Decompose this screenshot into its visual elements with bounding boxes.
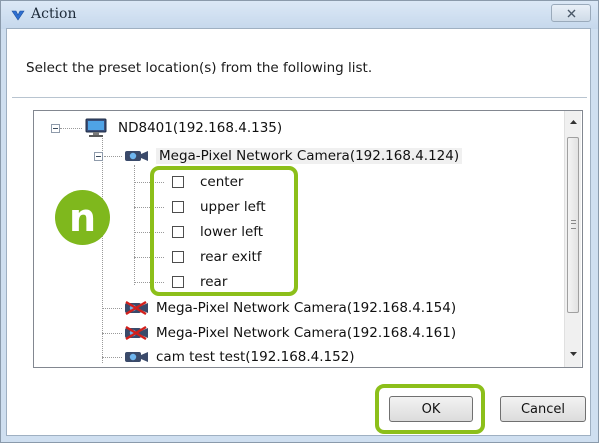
tree-node-root[interactable]: ND8401(192.168.4.135) (84, 117, 282, 139)
window-title: Action (31, 6, 77, 22)
computer-icon (85, 118, 107, 137)
presets-highlight-box (150, 166, 298, 296)
scroll-up-button[interactable] (565, 113, 581, 130)
tree-scrollbar[interactable] (564, 111, 581, 367)
tree-node-label: ND8401(192.168.4.135) (118, 120, 283, 136)
arrow-up-icon (569, 119, 577, 124)
tree-connector (102, 357, 122, 358)
arrow-down-icon (569, 351, 577, 356)
tree-node-camera[interactable]: cam test test(192.168.4.152) (124, 346, 355, 367)
tree-node-camera[interactable]: Mega-Pixel Network Camera(192.168.4.161) (124, 322, 456, 344)
tree-connector (60, 128, 82, 129)
tree-node-camera[interactable]: Mega-Pixel Network Camera(192.168.4.154) (124, 297, 456, 319)
tree-node-label: Mega-Pixel Network Camera(192.168.4.124) (156, 148, 463, 164)
ok-highlight-box (375, 384, 485, 434)
camera-icon (125, 352, 148, 362)
tree-connector (102, 308, 122, 309)
collapse-toggle-camera[interactable] (94, 152, 103, 161)
tree-node-label: Mega-Pixel Network Camera(192.168.4.154) (156, 300, 457, 316)
camera-offline-icon (125, 326, 148, 340)
tree-node-label: cam test test(192.168.4.152) (156, 349, 355, 365)
tree-connector (104, 156, 122, 157)
close-button[interactable] (551, 4, 591, 22)
camera-offline-icon (125, 301, 148, 315)
scroll-thumb[interactable] (567, 137, 579, 313)
close-icon (567, 9, 576, 18)
grip-icon (571, 220, 576, 229)
tree-connector (102, 333, 122, 334)
camera-icon (125, 151, 148, 161)
annotation-marker: n (55, 190, 110, 245)
tree-node-label: Mega-Pixel Network Camera(192.168.4.161) (156, 325, 457, 341)
instruction-text: Select the preset location(s) from the f… (26, 60, 373, 76)
preset-tree-view[interactable]: ND8401(192.168.4.135) Mega-Pixel Network… (33, 110, 583, 368)
separator-line (12, 97, 587, 99)
collapse-toggle-root[interactable] (51, 124, 60, 133)
tree-node-camera[interactable]: Mega-Pixel Network Camera(192.168.4.124) (124, 145, 463, 167)
app-logo-icon (11, 10, 25, 21)
scroll-down-button[interactable] (565, 345, 581, 362)
title-bar[interactable]: Action (1, 1, 598, 29)
tree-connector (102, 135, 103, 363)
cancel-button[interactable]: Cancel (500, 396, 586, 422)
tree-connector (134, 165, 135, 285)
